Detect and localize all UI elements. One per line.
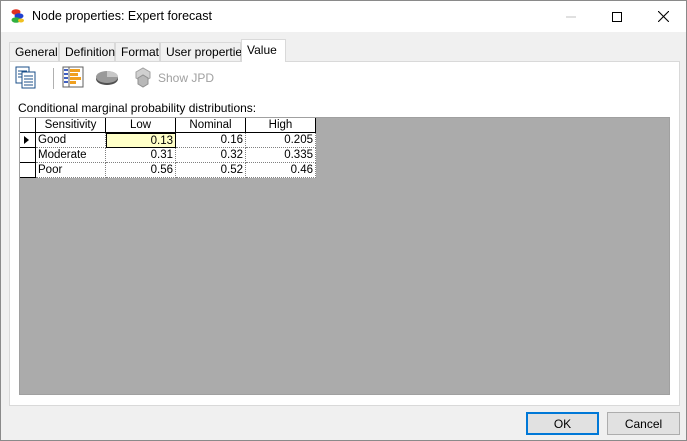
maximize-button[interactable] — [594, 1, 640, 32]
show-jpd-button[interactable]: Show JPD — [132, 65, 222, 91]
cell-good-high[interactable]: 0.205 — [246, 133, 316, 148]
show-jpd-label: Show JPD — [158, 71, 215, 85]
cell-poor-low[interactable]: 0.56 — [106, 163, 176, 178]
app-node-icon — [10, 8, 26, 24]
minimize-button[interactable] — [548, 1, 594, 32]
row-indicator[interactable] — [20, 163, 36, 178]
node-properties-dialog: Node properties: Expert forecast General… — [0, 0, 687, 441]
row-indicator[interactable] — [20, 148, 36, 163]
corner-indicator-cell — [20, 118, 36, 133]
column-header-low[interactable]: Low — [106, 118, 176, 133]
ok-button[interactable]: OK — [526, 412, 599, 435]
row-label-good: Good — [36, 133, 106, 148]
bar-chart-button[interactable] — [61, 65, 87, 91]
bar-chart-icon — [61, 65, 85, 92]
window-title: Node properties: Expert forecast — [32, 9, 212, 23]
probability-table[interactable]: Sensitivity Low Nominal High Good 0.13 0… — [19, 117, 670, 395]
row-indicator[interactable] — [20, 133, 36, 148]
cell-poor-high[interactable]: 0.46 — [246, 163, 316, 178]
copy-icon — [14, 65, 38, 92]
cell-moderate-nominal[interactable]: 0.32 — [176, 148, 246, 163]
cancel-button[interactable]: Cancel — [607, 412, 680, 435]
pie-chart-button[interactable] — [94, 65, 122, 91]
cell-poor-nominal[interactable]: 0.52 — [176, 163, 246, 178]
tab-definition[interactable]: Definition — [59, 42, 115, 62]
jpd-icon — [132, 66, 154, 91]
value-panel: Show JPD Conditional marginal probabilit… — [9, 61, 680, 406]
distribution-caption: Conditional marginal probability distrib… — [18, 101, 257, 115]
column-header-high[interactable]: High — [246, 118, 316, 133]
tab-user-properties[interactable]: User properties — [160, 42, 248, 62]
close-button[interactable] — [640, 1, 686, 32]
row-label-poor: Poor — [36, 163, 106, 178]
cell-good-nominal[interactable]: 0.16 — [176, 133, 246, 148]
title-bar[interactable]: Node properties: Expert forecast — [1, 1, 686, 32]
row-pointer-icon — [20, 136, 34, 147]
row-label-moderate: Moderate — [36, 148, 106, 163]
pie-chart-icon — [94, 65, 120, 92]
cell-moderate-high[interactable]: 0.335 — [246, 148, 316, 163]
tab-general[interactable]: General — [9, 42, 59, 62]
copy-button[interactable] — [14, 65, 42, 91]
cell-good-low[interactable]: 0.13 — [106, 133, 176, 148]
tab-format[interactable]: Format — [115, 42, 160, 62]
tab-value[interactable]: Value — [241, 39, 286, 62]
toolbar-separator — [53, 68, 54, 89]
column-header-nominal[interactable]: Nominal — [176, 118, 246, 133]
cell-moderate-low[interactable]: 0.31 — [106, 148, 176, 163]
sensitivity-header: Sensitivity — [36, 118, 106, 133]
